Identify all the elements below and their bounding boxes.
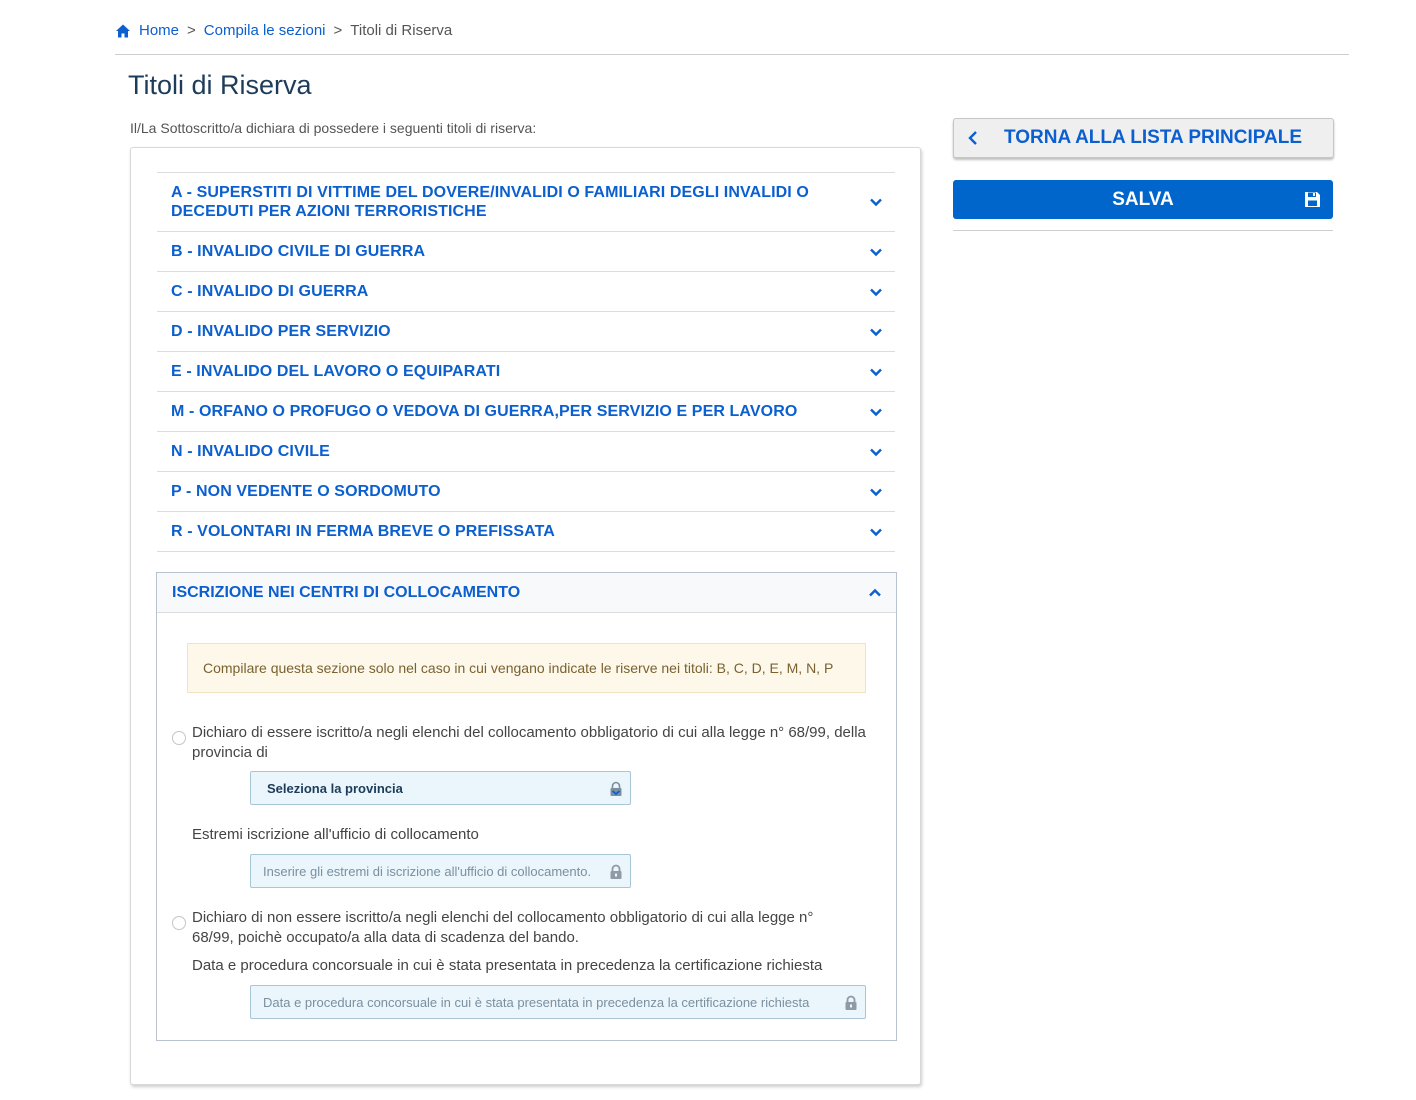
accordion-item-label: B - INVALIDO CIVILE DI GUERRA <box>171 243 426 260</box>
chevron-down-icon <box>870 288 882 296</box>
reserve-titles-card: A - SUPERSTITI DI VITTIME DEL DOVERE/INV… <box>130 147 921 1085</box>
select-lock-icon <box>610 781 622 796</box>
breadcrumb-section-link[interactable]: Compila le sezioni <box>204 22 326 39</box>
accordion-item-label: C - INVALIDO DI GUERRA <box>171 283 369 300</box>
data-procedura-input[interactable]: Data e procedura concorsuale in cui è st… <box>250 985 866 1019</box>
breadcrumb-separator: > <box>333 22 343 39</box>
data-procedura-placeholder: Data e procedura concorsuale in cui è st… <box>263 994 810 1010</box>
chevron-down-icon <box>870 448 882 456</box>
header-divider <box>115 54 1349 55</box>
back-to-main-list-button[interactable]: TORNA ALLA LISTA PRINCIPALE <box>953 118 1334 158</box>
accordion-item-label: A - SUPERSTITI DI VITTIME DEL DOVERE/INV… <box>171 184 809 220</box>
accordion-item-label: D - INVALIDO PER SERVIZIO <box>171 323 391 340</box>
accordion-item-c[interactable]: C - INVALIDO DI GUERRA <box>157 271 895 311</box>
back-button-label: TORNA ALLA LISTA PRINCIPALE <box>1004 127 1303 148</box>
radio-non-iscritto[interactable] <box>172 916 186 930</box>
option-non-iscritto-text: Dichiaro di non essere iscritto/a negli … <box>192 909 814 946</box>
collocamento-panel-title: ISCRIZIONE NEI CENTRI DI COLLOCAMENTO <box>172 583 521 601</box>
save-button-label: SALVA <box>1112 188 1174 210</box>
breadcrumb-home-link[interactable]: Home <box>139 22 179 39</box>
accordion-item-b[interactable]: B - INVALIDO CIVILE DI GUERRA <box>157 231 895 271</box>
collocamento-panel: ISCRIZIONE NEI CENTRI DI COLLOCAMENTO Co… <box>156 572 897 1041</box>
page-subtitle: Il/La Sottoscritto/a dichiara di possede… <box>130 120 537 136</box>
accordion-item-label: N - INVALIDO CIVILE <box>171 443 330 460</box>
lock-icon <box>610 864 622 879</box>
lock-icon <box>845 995 857 1010</box>
chevron-down-icon <box>870 528 882 536</box>
reserve-titles-accordion: A - SUPERSTITI DI VITTIME DEL DOVERE/INV… <box>157 172 895 552</box>
chevron-up-icon <box>869 588 881 596</box>
accordion-item-label: M - ORFANO O PROFUGO O VEDOVA DI GUERRA,… <box>171 403 798 420</box>
accordion-item-m[interactable]: M - ORFANO O PROFUGO O VEDOVA DI GUERRA,… <box>157 391 895 431</box>
floppy-disk-icon <box>1305 192 1320 207</box>
accordion-item-p[interactable]: P - NON VEDENTE O SORDOMUTO <box>157 471 895 511</box>
chevron-down-icon <box>870 248 882 256</box>
page-title: Titoli di Riserva <box>128 70 312 100</box>
collocamento-panel-header[interactable]: ISCRIZIONE NEI CENTRI DI COLLOCAMENTO <box>157 573 896 613</box>
estremi-input[interactable]: Inserire gli estremi di iscrizione all'u… <box>250 854 631 888</box>
accordion-item-label: P - NON VEDENTE O SORDOMUTO <box>171 483 441 500</box>
accordion-item-label: E - INVALIDO DEL LAVORO O EQUIPARATI <box>171 363 501 380</box>
accordion-item-e[interactable]: E - INVALIDO DEL LAVORO O EQUIPARATI <box>157 351 895 391</box>
estremi-placeholder: Inserire gli estremi di iscrizione all'u… <box>263 863 592 879</box>
radio-iscritto[interactable] <box>172 731 186 745</box>
accordion-item-d[interactable]: D - INVALIDO PER SERVIZIO <box>157 311 895 351</box>
chevron-left-icon <box>968 131 977 145</box>
province-select-value: Seleziona la provincia <box>267 780 403 796</box>
accordion-item-a[interactable]: A - SUPERSTITI DI VITTIME DEL DOVERE/INV… <box>157 172 895 231</box>
breadcrumb-separator: > <box>187 22 196 39</box>
accordion-item-r[interactable]: R - VOLONTARI IN FERMA BREVE O PREFISSAT… <box>157 511 895 552</box>
save-button[interactable]: SALVA <box>953 180 1333 219</box>
accordion-item-label: R - VOLONTARI IN FERMA BREVE O PREFISSAT… <box>171 523 555 540</box>
data-procedura-label: Data e procedura concorsuale in cui è st… <box>192 957 823 974</box>
chevron-down-icon <box>870 488 882 496</box>
chevron-down-icon <box>870 198 882 207</box>
actions-divider <box>953 230 1333 231</box>
province-select[interactable]: Seleziona la provincia <box>250 771 631 805</box>
estremi-label: Estremi iscrizione all'ufficio di colloc… <box>192 826 479 843</box>
breadcrumb-current: Titoli di Riserva <box>350 22 453 39</box>
home-icon <box>116 24 130 37</box>
chevron-down-icon <box>870 408 882 416</box>
accordion-item-n[interactable]: N - INVALIDO CIVILE <box>157 431 895 471</box>
chevron-down-icon <box>870 368 882 376</box>
breadcrumb: Home > Compila le sezioni > Titoli di Ri… <box>115 22 452 39</box>
chevron-down-icon <box>870 328 882 336</box>
collocamento-alert: Compilare questa sezione solo nel caso i… <box>187 643 866 693</box>
option-iscritto-text: Dichiaro di essere iscritto/a negli elen… <box>192 724 866 761</box>
